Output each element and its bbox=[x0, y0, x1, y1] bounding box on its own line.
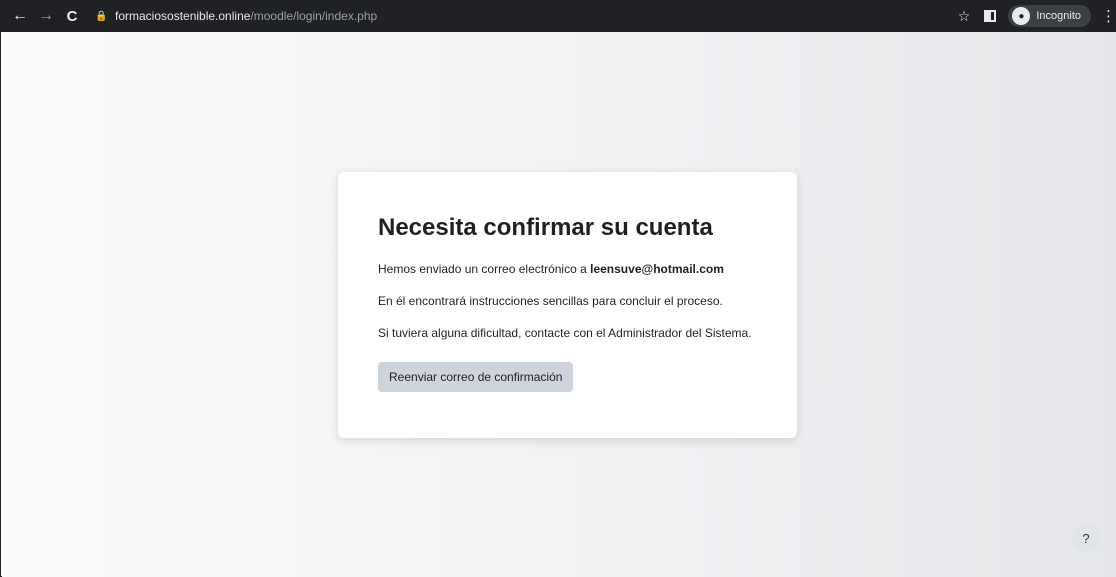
incognito-label: Incognito bbox=[1036, 10, 1081, 22]
help-button[interactable]: ? bbox=[1072, 524, 1100, 552]
url-host: formaciosostenible.online bbox=[115, 9, 251, 23]
email-sent-prefix: Hemos enviado un correo electrónico a bbox=[378, 262, 591, 276]
browser-window: ← → C 🔒 formaciosostenible.online/moodle… bbox=[0, 0, 1116, 577]
url-path: /moodle/login/index.php bbox=[250, 9, 378, 23]
reload-icon[interactable]: C bbox=[61, 5, 83, 27]
bookmark-star-icon[interactable]: ☆ bbox=[958, 8, 971, 25]
menu-kebab-icon[interactable]: ⋮ bbox=[1101, 7, 1116, 25]
confirm-account-card: Necesita confirmar su cuenta Hemos envia… bbox=[338, 172, 797, 438]
incognito-badge[interactable]: ● Incognito bbox=[1008, 5, 1091, 27]
side-panel-icon[interactable] bbox=[984, 10, 997, 22]
page-background: Necesita confirmar su cuenta Hemos envia… bbox=[2, 32, 1116, 577]
email-sent-text: Hemos enviado un correo electrónico a le… bbox=[378, 261, 758, 277]
forward-arrow-icon[interactable]: → bbox=[35, 5, 57, 27]
card-title: Necesita confirmar su cuenta bbox=[378, 214, 713, 241]
instructions-text: En él encontrará instrucciones sencillas… bbox=[378, 294, 723, 308]
email-address: leensuve@hotmail.com bbox=[590, 262, 724, 276]
browser-toolbar: ← → C 🔒 formaciosostenible.online/moodle… bbox=[1, 0, 1116, 32]
resend-confirmation-button[interactable]: Reenviar correo de confirmación bbox=[378, 362, 574, 392]
address-bar[interactable]: 🔒 formaciosostenible.online/moodle/login… bbox=[95, 5, 958, 27]
lock-icon[interactable]: 🔒 bbox=[95, 10, 107, 22]
contact-admin-text: Si tuviera alguna dificultad, contacte c… bbox=[378, 326, 752, 340]
back-arrow-icon[interactable]: ← bbox=[9, 5, 31, 27]
incognito-icon: ● bbox=[1012, 7, 1031, 25]
